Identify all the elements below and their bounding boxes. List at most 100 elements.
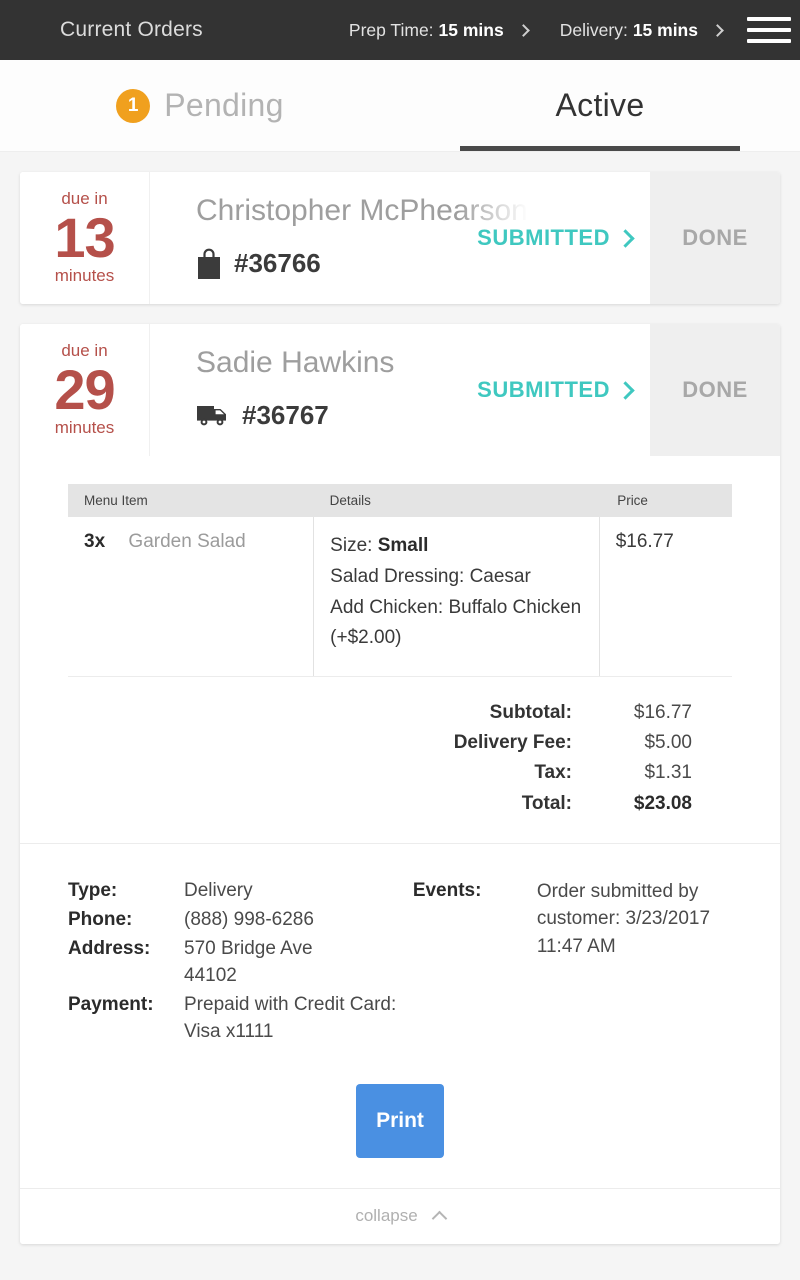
total-row-total: Total: $23.08 (372, 790, 692, 817)
meta-row-phone: Phone: (888) 998-6286 (68, 907, 413, 934)
chevron-right-icon (616, 228, 635, 248)
due-minutes: 13 (54, 205, 115, 269)
order-card[interactable]: due in 13 minutes Christopher McPhearson… (20, 172, 780, 304)
orders-list: due in 13 minutes Christopher McPhearson… (0, 152, 800, 1280)
events-value: Order submitted by customer: 3/23/2017 1… (536, 880, 711, 957)
status-label: SUBMITTED (477, 225, 610, 250)
column-header-menu-item: Menu Item (68, 484, 314, 517)
order-items-table: Menu Item Details Price 3x Garden Salad (68, 484, 732, 678)
prep-time-value: 15 mins (438, 19, 504, 40)
order-due-timer: due in 29 minutes (20, 324, 150, 456)
print-button[interactable]: Print (356, 1083, 444, 1158)
hamburger-bar (747, 39, 791, 43)
table-row: 3x Garden Salad Size: Small Salad Dressi… (68, 517, 732, 678)
tax-label: Tax: (534, 762, 572, 784)
status-label: SUBMITTED (477, 377, 610, 402)
hamburger-menu-icon[interactable] (738, 0, 800, 60)
tab-pending-label: Pending (164, 87, 284, 123)
hamburger-bar (747, 17, 791, 21)
order-number: #36767 (242, 399, 329, 430)
total-row-tax: Tax: $1.31 (372, 759, 692, 786)
chevron-right-icon (711, 23, 724, 37)
total-value: $23.08 (633, 792, 692, 814)
item-quantity: 3x (84, 531, 106, 552)
type-value: Delivery (184, 879, 253, 901)
type-label: Type: (68, 879, 118, 901)
table-body: 3x Garden Salad Size: Small Salad Dressi… (68, 517, 732, 678)
chevron-right-icon (516, 23, 530, 37)
phone-label: Phone: (68, 908, 133, 930)
order-status-area: SUBMITTED (477, 324, 650, 456)
delivery-time-value: 15 mins (632, 19, 698, 40)
customer-name: Sadie Hawkins (196, 346, 395, 379)
page-title: Current Orders (60, 18, 203, 41)
hamburger-bar (747, 28, 791, 32)
status-button[interactable]: SUBMITTED (477, 225, 635, 251)
table-head: Menu Item Details Price (68, 484, 732, 517)
top-bar: Current Orders Prep Time: 15 mins Delive… (0, 0, 800, 60)
order-meta: Type: Delivery Phone: (888) 998-6286 Add… (20, 844, 780, 1048)
pending-count-badge: 1 (116, 88, 151, 123)
done-button[interactable]: DONE (650, 172, 780, 304)
phone-value: (888) 998-6286 (184, 908, 314, 930)
chevron-up-icon (431, 1210, 447, 1226)
meta-row-events: Events: Order submitted by customer: 3/2… (413, 878, 732, 1046)
top-bar-actions: Prep Time: 15 mins Delivery: 15 mins (333, 0, 800, 60)
meta-row-type: Type: Delivery (68, 878, 413, 905)
order-meta-left: Type: Delivery Phone: (888) 998-6286 Add… (68, 878, 413, 1048)
due-suffix: minutes (54, 266, 115, 286)
order-totals: Subtotal: $16.77 Delivery Fee: $5.00 Tax… (20, 677, 780, 843)
done-button[interactable]: DONE (650, 324, 780, 456)
collapse-label: collapse (355, 1206, 418, 1225)
events-label: Events: (412, 879, 482, 901)
meta-row-address: Address: 570 Bridge Ave 44102 (68, 936, 413, 990)
delivery-fee-label: Delivery Fee: (453, 732, 572, 754)
status-button[interactable]: SUBMITTED (477, 377, 635, 403)
order-detail-panel: Menu Item Details Price 3x Garden Salad (20, 456, 780, 1244)
order-number: #36766 (234, 248, 321, 278)
item-option: Size: Small (330, 531, 583, 562)
subtotal-label: Subtotal: (489, 702, 572, 724)
tab-active[interactable]: Active (400, 60, 800, 151)
done-label: DONE (682, 377, 748, 402)
address-value: 570 Bridge Ave 44102 (184, 937, 313, 986)
print-button-container: Print (20, 1048, 780, 1188)
item-option: Add Chicken: Buffalo Chicken (+$2.00) (330, 596, 582, 649)
column-header-price: Price (599, 484, 732, 517)
cell-menu-item: 3x Garden Salad (68, 517, 315, 678)
order-due-timer: due in 13 minutes (20, 172, 150, 304)
app-root: Current Orders Prep Time: 15 mins Delive… (0, 0, 800, 1280)
order-card[interactable]: due in 29 minutes Sadie Hawkins #36767 S… (20, 324, 780, 1244)
done-label: DONE (682, 225, 748, 250)
due-minutes: 29 (54, 357, 115, 421)
total-row-subtotal: Subtotal: $16.77 (372, 699, 692, 726)
tax-value: $1.31 (644, 762, 692, 784)
payment-label: Payment: (68, 993, 154, 1015)
item-option-value: Small (377, 535, 429, 556)
order-items-section: Menu Item Details Price 3x Garden Salad (20, 456, 780, 678)
item-option-label: Size: (330, 535, 378, 556)
payment-value: Prepaid with Credit Card: Visa x1111 (184, 993, 397, 1042)
item-name: Garden Salad (128, 531, 246, 552)
collapse-button[interactable]: collapse (20, 1187, 780, 1244)
item-option: Salad Dressing: Caesar (330, 565, 531, 587)
cell-details: Size: Small Salad Dressing: Caesar Add C… (313, 517, 600, 678)
order-info[interactable]: Sadie Hawkins #36767 SUBMITTED (150, 324, 650, 456)
total-label: Total: (521, 792, 572, 814)
shopping-bag-icon (196, 248, 222, 280)
meta-row-payment: Payment: Prepaid with Credit Card: Visa … (68, 992, 413, 1046)
address-label: Address: (68, 937, 151, 959)
chevron-right-icon (616, 380, 635, 400)
order-tabs: 1 Pending Active (0, 60, 800, 152)
due-suffix: minutes (54, 418, 115, 438)
order-card-header[interactable]: due in 29 minutes Sadie Hawkins #36767 S… (20, 324, 780, 456)
prep-time-setting[interactable]: Prep Time: 15 mins (333, 0, 544, 60)
prep-time-label: Prep Time: (348, 19, 434, 40)
delivery-time-setting[interactable]: Delivery: 15 mins (544, 0, 738, 60)
order-status-area: SUBMITTED (477, 172, 650, 304)
table-header-row: Menu Item Details Price (68, 484, 732, 517)
tab-active-label: Active (555, 87, 645, 123)
order-info[interactable]: Christopher McPhearson #36766 SUBMITTED (150, 172, 650, 304)
tab-pending[interactable]: 1 Pending (0, 60, 400, 151)
cell-price: $16.77 (599, 517, 732, 678)
